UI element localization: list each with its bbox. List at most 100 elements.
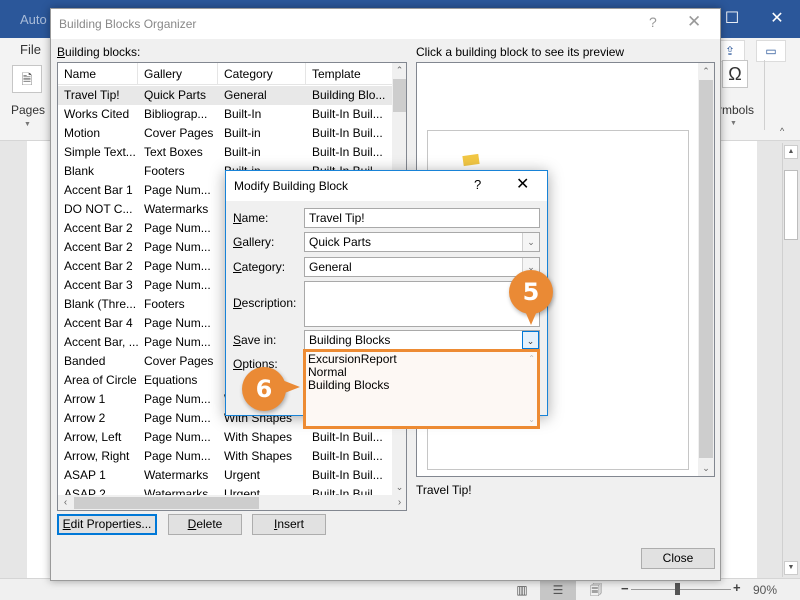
- organizer-title: Building Blocks Organizer: [59, 17, 197, 31]
- save-in-value: Building Blocks: [309, 333, 391, 347]
- cell-category: With Shapes: [224, 430, 293, 444]
- gallery-select[interactable]: Quick Parts ⌄: [304, 232, 540, 252]
- insert-button[interactable]: Insert: [252, 514, 326, 535]
- zoom-slider-thumb[interactable]: [675, 583, 680, 595]
- column-header-template[interactable]: Template: [306, 63, 392, 85]
- collapse-ribbon-icon[interactable]: ^: [780, 126, 784, 136]
- cell-category: Urgent: [224, 468, 261, 482]
- cell-gallery: Page Num...: [144, 316, 211, 330]
- scroll-up-icon[interactable]: ⌃: [392, 63, 406, 78]
- step-6-callout: 6: [242, 367, 286, 411]
- chevron-down-icon[interactable]: ⌄: [522, 331, 539, 349]
- zoom-slider[interactable]: [631, 589, 731, 590]
- list-item[interactable]: Travel Tip! Quick Parts General Building Bl…: [58, 86, 392, 105]
- cell-name: Accent Bar 2: [64, 221, 133, 235]
- cell-name: Accent Bar 3: [64, 278, 133, 292]
- column-header-gallery[interactable]: Gallery: [138, 63, 218, 85]
- list-item[interactable]: ASAP 1 Watermarks Urgent Built-In Buil...: [58, 466, 392, 485]
- scroll-down-icon[interactable]: ⌄: [392, 480, 406, 495]
- cell-gallery: Page Num...: [144, 240, 211, 254]
- scrollbar-thumb[interactable]: [74, 497, 259, 509]
- list-item[interactable]: Simple Text... Text Boxes Built-in Built-In…: [58, 143, 392, 162]
- callout-pointer: [525, 311, 537, 325]
- name-field[interactable]: Travel Tip!: [304, 208, 540, 228]
- scrollbar-thumb[interactable]: [699, 80, 713, 458]
- page-icon[interactable]: 🗎: [12, 65, 42, 93]
- description-field[interactable]: [304, 281, 540, 327]
- help-icon[interactable]: ?: [649, 14, 657, 30]
- cell-name: Blank (Thre...: [64, 297, 137, 311]
- save-in-select[interactable]: Building Blocks ⌄: [304, 330, 540, 350]
- close-icon[interactable]: ✕: [762, 8, 792, 30]
- edit-properties-button[interactable]: Edit Properties...: [57, 514, 157, 535]
- save-in-label: Save in:: [233, 333, 277, 347]
- scroll-right-icon[interactable]: ›: [392, 495, 406, 510]
- scroll-down-icon[interactable]: ⌄: [528, 415, 535, 424]
- cell-name: Accent Bar 1: [64, 183, 133, 197]
- cell-gallery: Bibliograp...: [144, 107, 208, 121]
- preview-caption: Travel Tip!: [416, 483, 472, 497]
- status-bar: ▥ ☰ 🗐 − + 90%: [0, 578, 800, 600]
- web-layout-icon[interactable]: 🗐: [578, 580, 614, 600]
- cell-gallery: Page Num...: [144, 278, 211, 292]
- list-item[interactable]: Arrow, Right Page Num... With Shapes Built-…: [58, 447, 392, 466]
- save-in-dropdown-list[interactable]: ExcursionReport Normal Building Blocks ⌃…: [303, 349, 540, 429]
- cell-category: With Shapes: [224, 449, 293, 463]
- scrollbar-thumb[interactable]: [393, 79, 406, 112]
- column-header-category[interactable]: Category: [218, 63, 306, 85]
- symbols-label[interactable]: rmbols: [718, 103, 754, 117]
- scroll-down-icon[interactable]: ⌄: [698, 460, 714, 476]
- close-icon[interactable]: ✕: [516, 174, 529, 194]
- gallery-value: Quick Parts: [309, 235, 372, 249]
- cell-name: Banded: [64, 354, 106, 368]
- scroll-down-icon[interactable]: ▼: [784, 561, 798, 575]
- cell-template: Built-In Buil...: [312, 468, 383, 482]
- preview-scrollbar[interactable]: ⌃ ⌄: [698, 63, 714, 476]
- read-mode-icon[interactable]: ▥: [504, 580, 540, 600]
- scroll-up-icon[interactable]: ▲: [784, 145, 798, 159]
- cell-template: Built-In Buil...: [312, 107, 383, 121]
- category-select[interactable]: General ⌄: [304, 257, 540, 277]
- cell-name: Blank: [64, 164, 95, 178]
- scroll-up-icon[interactable]: ⌃: [528, 354, 535, 363]
- scroll-up-icon[interactable]: ⌃: [698, 63, 714, 79]
- document-scrollbar[interactable]: ▲ ▼: [782, 143, 798, 577]
- cell-gallery: Page Num...: [144, 430, 211, 444]
- cell-template: Built-In Buil...: [312, 126, 383, 140]
- comment-icon[interactable]: ▭: [756, 40, 786, 62]
- zoom-out-icon[interactable]: −: [621, 581, 629, 596]
- modify-title: Modify Building Block: [234, 179, 349, 193]
- cell-gallery: Cover Pages: [144, 126, 214, 140]
- print-layout-icon[interactable]: ☰: [540, 580, 576, 600]
- list-item[interactable]: Works Cited Bibliograp... Built-In Built-In…: [58, 105, 392, 124]
- file-tab[interactable]: File: [20, 42, 41, 57]
- zoom-in-icon[interactable]: +: [733, 580, 741, 595]
- delete-button[interactable]: Delete: [168, 514, 242, 535]
- scroll-left-icon[interactable]: ‹: [58, 495, 73, 510]
- column-header-name[interactable]: Name: [58, 63, 138, 85]
- ribbon-separator: [764, 60, 765, 130]
- close-button[interactable]: Close: [641, 548, 715, 569]
- maximize-icon[interactable]: ☐: [717, 8, 747, 30]
- cell-gallery: Watermarks: [144, 202, 209, 216]
- zoom-level[interactable]: 90%: [753, 583, 777, 597]
- chevron-down-icon[interactable]: ⌄: [522, 233, 539, 251]
- cell-name: Area of Circle: [64, 373, 137, 387]
- modify-titlebar: Modify Building Block ? ✕: [226, 171, 547, 201]
- list-horizontal-scrollbar[interactable]: ‹ ›: [58, 495, 406, 510]
- cell-gallery: Page Num...: [144, 221, 211, 235]
- help-icon[interactable]: ?: [474, 177, 481, 192]
- cell-template: Built-In Buil...: [312, 430, 383, 444]
- omega-icon[interactable]: Ω: [722, 60, 748, 88]
- scrollbar-thumb[interactable]: [784, 170, 798, 240]
- dropdown-option[interactable]: Building Blocks: [308, 379, 389, 392]
- pages-label[interactable]: Pages: [11, 103, 45, 117]
- symbols-dropdown-icon[interactable]: ▼: [730, 120, 737, 127]
- list-item[interactable]: Arrow, Left Page Num... With Shapes Built-I…: [58, 428, 392, 447]
- cell-gallery: Page Num...: [144, 335, 211, 349]
- close-icon[interactable]: ✕: [687, 12, 701, 32]
- list-item[interactable]: Motion Cover Pages Built-in Built-In Buil..…: [58, 124, 392, 143]
- cell-name: Accent Bar 2: [64, 240, 133, 254]
- pages-dropdown-icon[interactable]: ▼: [24, 121, 31, 128]
- cell-name: Accent Bar 4: [64, 316, 133, 330]
